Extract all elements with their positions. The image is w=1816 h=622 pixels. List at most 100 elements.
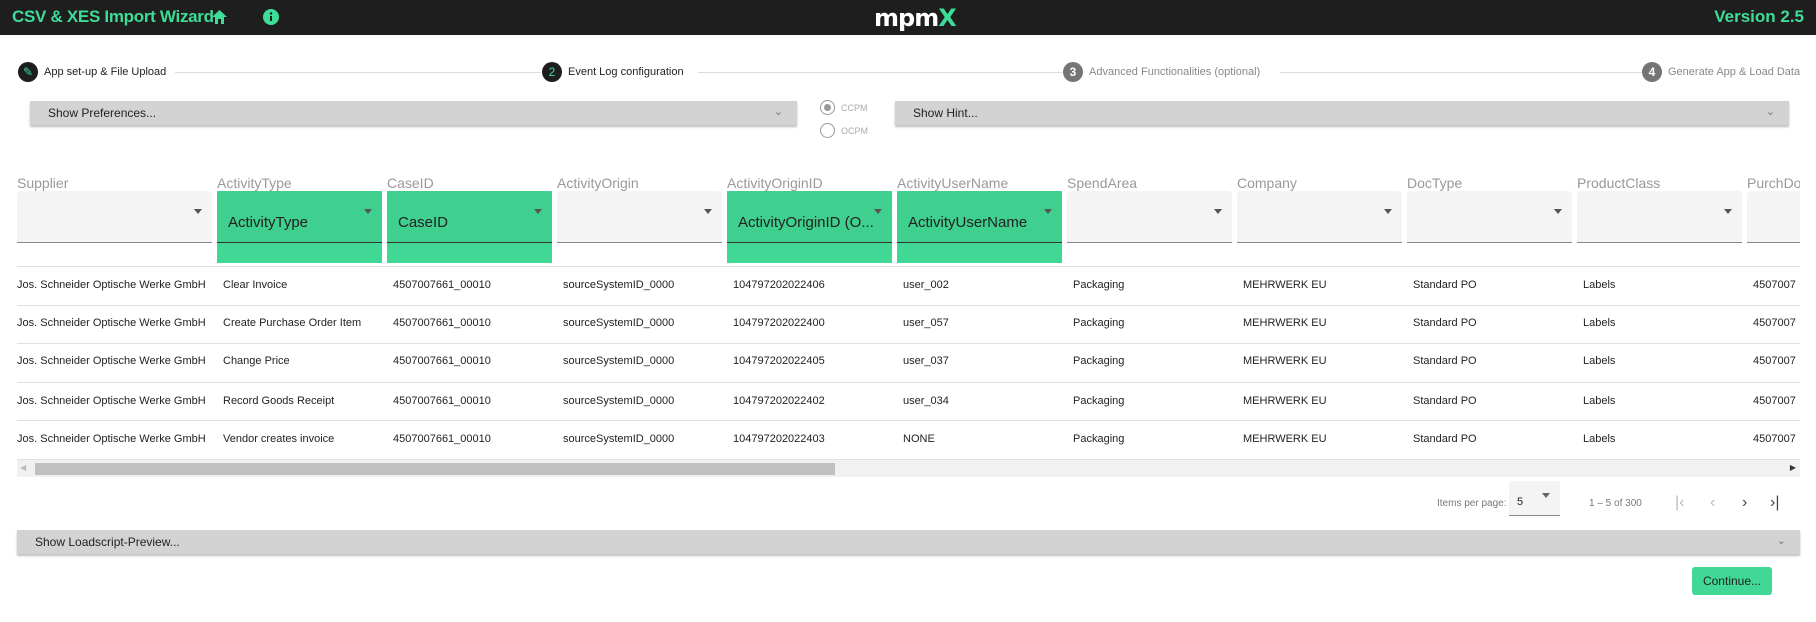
table-cell: Labels (1583, 317, 1616, 329)
mapping-value: ActivityUserName (908, 214, 1028, 231)
column-mapping-select[interactable]: ActivityOriginID (O... (727, 191, 892, 243)
step-event-log[interactable]: 2 Event Log configuration (542, 62, 684, 82)
table-cell: Packaging (1073, 279, 1125, 291)
radio-label: CCPM (841, 102, 868, 113)
chevron-down-icon: ⌄ (1765, 106, 1775, 118)
last-page-icon[interactable]: ›| (1770, 494, 1779, 512)
column-mapping-select[interactable]: ActivityType (217, 191, 382, 243)
table-cell: Record Goods Receipt (223, 395, 335, 407)
column-header: ActivityType (217, 175, 292, 191)
horizontal-scrollbar[interactable]: ◀ ▶ (17, 460, 1800, 477)
radio-unselected-icon (820, 123, 835, 138)
previous-page-icon[interactable]: ‹ (1710, 494, 1715, 512)
step-advanced[interactable]: 3 Advanced Functionalities (optional) (1063, 62, 1260, 82)
column-header: DocType (1407, 175, 1463, 191)
radio-ccpm[interactable]: CCPM (820, 100, 868, 115)
table-cell: sourceSystemID_0000 (563, 395, 675, 407)
show-loadscript-preview-panel[interactable]: Show Loadscript-Preview... ⌄ (17, 530, 1800, 554)
column-header: Supplier (17, 175, 69, 191)
column-mapping-select[interactable] (1407, 191, 1572, 243)
table-cell: Create Purchase Order Item (223, 317, 362, 329)
mapped-column-highlight: CaseID (387, 191, 552, 263)
column-mapping-select[interactable]: CaseID (387, 191, 552, 243)
table-cell: Packaging (1073, 355, 1125, 367)
table-cell: Labels (1583, 433, 1616, 445)
table-cell: sourceSystemID_0000 (563, 279, 675, 291)
show-hint-panel[interactable]: Show Hint... ⌄ (895, 101, 1789, 125)
table-cell: Labels (1583, 279, 1616, 291)
table-cell: Change Price (223, 355, 290, 367)
first-page-icon[interactable]: |‹ (1675, 494, 1684, 512)
table-cell: sourceSystemID_0000 (563, 317, 675, 329)
column-mapping-select[interactable] (557, 191, 722, 243)
column-mapping-select[interactable] (1237, 191, 1402, 243)
items-per-page-label: Items per page: (1437, 498, 1507, 509)
table-cell: NONE (903, 433, 935, 445)
column-mapping-select[interactable] (17, 191, 212, 243)
step-label: Event Log configuration (568, 66, 684, 78)
table-cell: Jos. Schneider Optische Werke GmbH (17, 279, 206, 291)
next-page-icon[interactable]: › (1742, 494, 1747, 512)
table-cell: Standard PO (1413, 395, 1477, 407)
top-bar: CSV & XES Import Wizard mpmX Version 2.5 (0, 0, 1816, 35)
column-header: ActivityOriginID (727, 175, 823, 191)
radio-selected-icon (820, 100, 835, 115)
column-mapping-select[interactable] (1747, 191, 1800, 243)
column-mapping-select[interactable]: ActivityUserName (897, 191, 1062, 243)
scroll-right-icon[interactable]: ▶ (1790, 463, 1796, 472)
mapped-column-highlight: ActivityType (217, 191, 382, 263)
row-divider (17, 266, 1800, 267)
scroll-left-icon[interactable]: ◀ (20, 463, 26, 472)
table-cell: MEHRWERK EU (1243, 279, 1327, 291)
row-divider (17, 420, 1800, 421)
table-cell: 4507007661_00010 (393, 355, 491, 367)
step-connector (175, 72, 541, 73)
table-cell: Standard PO (1413, 279, 1477, 291)
table-cell: Standard PO (1413, 433, 1477, 445)
table-cell: 104797202022400 (733, 317, 825, 329)
table-cell: Jos. Schneider Optische Werke GmbH (17, 395, 206, 407)
table-cell: Packaging (1073, 433, 1125, 445)
mapped-column-highlight: ActivityUserName (897, 191, 1062, 263)
table-cell: Packaging (1073, 395, 1125, 407)
table-cell: 104797202022406 (733, 279, 825, 291)
step-app-setup[interactable]: ✎ App set-up & File Upload (18, 62, 166, 82)
loadscript-label: Show Loadscript-Preview... (35, 535, 180, 549)
mapped-column-highlight: ActivityOriginID (O... (727, 191, 892, 263)
column-header: ActivityUserName (897, 175, 1009, 191)
version-label: Version 2.5 (1714, 7, 1804, 26)
table-cell: Standard PO (1413, 317, 1477, 329)
table-cell: Standard PO (1413, 355, 1477, 367)
row-divider (17, 343, 1800, 344)
table-cell: user_037 (903, 355, 949, 367)
scrollbar-thumb[interactable] (35, 463, 835, 475)
chevron-down-icon: ⌄ (773, 106, 783, 118)
column-header: PurchDoc (1747, 175, 1800, 191)
page-range: 1 – 5 of 300 (1589, 498, 1642, 509)
column-mapping-select[interactable] (1067, 191, 1232, 243)
continue-button[interactable]: Continue... (1692, 567, 1772, 595)
table-cell: 4507007 (1753, 317, 1796, 329)
radio-ocpm[interactable]: OCPM (820, 123, 868, 138)
table-cell: Labels (1583, 355, 1616, 367)
table-cell: 104797202022405 (733, 355, 825, 367)
table-cell: sourceSystemID_0000 (563, 433, 675, 445)
table-cell: Jos. Schneider Optische Werke GmbH (17, 355, 206, 367)
page-size-select[interactable]: 5 (1509, 481, 1560, 516)
table-cell: 4507007 (1753, 433, 1796, 445)
home-icon[interactable] (211, 9, 228, 25)
column-mapping-select[interactable] (1577, 191, 1742, 243)
info-icon[interactable] (263, 9, 279, 25)
table-cell: sourceSystemID_0000 (563, 355, 675, 367)
table-cell: 104797202022403 (733, 433, 825, 445)
step-generate[interactable]: 4 Generate App & Load Data (1642, 62, 1800, 82)
dropdown-arrow-icon (1554, 209, 1562, 214)
dropdown-arrow-icon (534, 209, 542, 214)
table-cell: Jos. Schneider Optische Werke GmbH (17, 317, 206, 329)
table-cell: 4507007661_00010 (393, 433, 491, 445)
table-cell: 4507007 (1753, 355, 1796, 367)
step-connector (698, 72, 1062, 73)
page-size-value: 5 (1517, 496, 1524, 508)
show-preferences-panel[interactable]: Show Preferences... ⌄ (30, 101, 797, 125)
table-cell: 4507007661_00010 (393, 395, 491, 407)
